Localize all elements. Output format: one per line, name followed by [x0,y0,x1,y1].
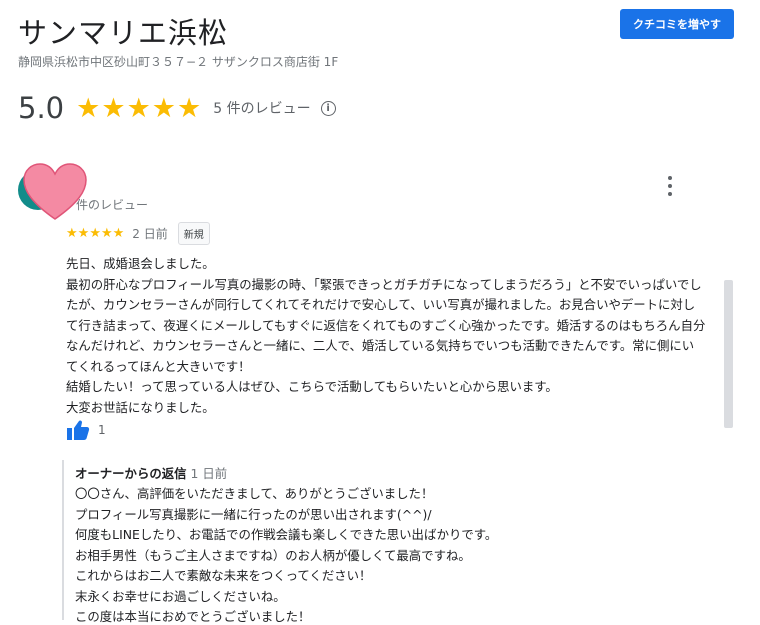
rating-value: 5.0 [18,91,65,125]
owner-reply: オーナーからの返信 1 日前 〇〇さん、高評価をいただきまして、ありがとうございま… [62,460,622,624]
place-address: 静岡県浜松市中区砂山町３５７−２ サザンクロス商店街 1F [18,55,339,69]
review-count-link[interactable]: 5 件のレビュー [213,98,310,118]
star-icon: ★ [101,92,126,124]
star-icon: ★ [151,92,176,124]
star-icon: ★ [89,225,101,241]
owner-reply-label: オーナーからの返信 [75,466,187,481]
reviewer-meta: 件のレビュー [76,198,149,212]
owner-reply-text: 〇〇さん、高評価をいただきまして、ありがとうございました！ プロフィール写真撮影… [75,486,498,624]
rating-summary: 5.0 ★ ★ ★ ★ ★ 5 件のレビュー i [18,88,336,128]
new-badge: 新規 [177,221,210,245]
place-title: サンマリエ浜松 [18,16,229,50]
thumbs-up-icon[interactable] [66,419,90,441]
write-review-button[interactable]: クチコミを増やす [620,9,734,39]
star-icon: ★ [126,92,151,124]
review-rating-row: ★ ★ ★ ★ ★ 2 日前 新規 [66,221,210,245]
info-icon[interactable]: i [320,100,336,116]
owner-reply-header: オーナーからの返信 1 日前 [75,464,622,484]
star-icon: ★ [112,225,125,241]
star-icon: ★ [77,225,90,241]
review-stars: ★ ★ ★ ★ ★ [66,227,124,240]
rating-stars: ★ ★ ★ ★ ★ [76,95,201,122]
review-date: 2 日前 [132,226,168,241]
star-icon: ★ [177,92,202,124]
star-icon: ★ [66,225,78,241]
like-count: 1 [98,423,106,437]
like-row: 1 [66,418,106,442]
more-options-icon[interactable] [664,176,676,196]
scrollbar[interactable] [724,280,733,428]
star-icon: ★ [76,92,101,124]
star-icon: ★ [100,225,113,241]
review-text: 先日、成婚退会しました。 最初の肝心なプロフィール写真の撮影の時、「緊張できっと… [66,256,706,415]
owner-reply-date: 1 日前 [190,466,228,481]
